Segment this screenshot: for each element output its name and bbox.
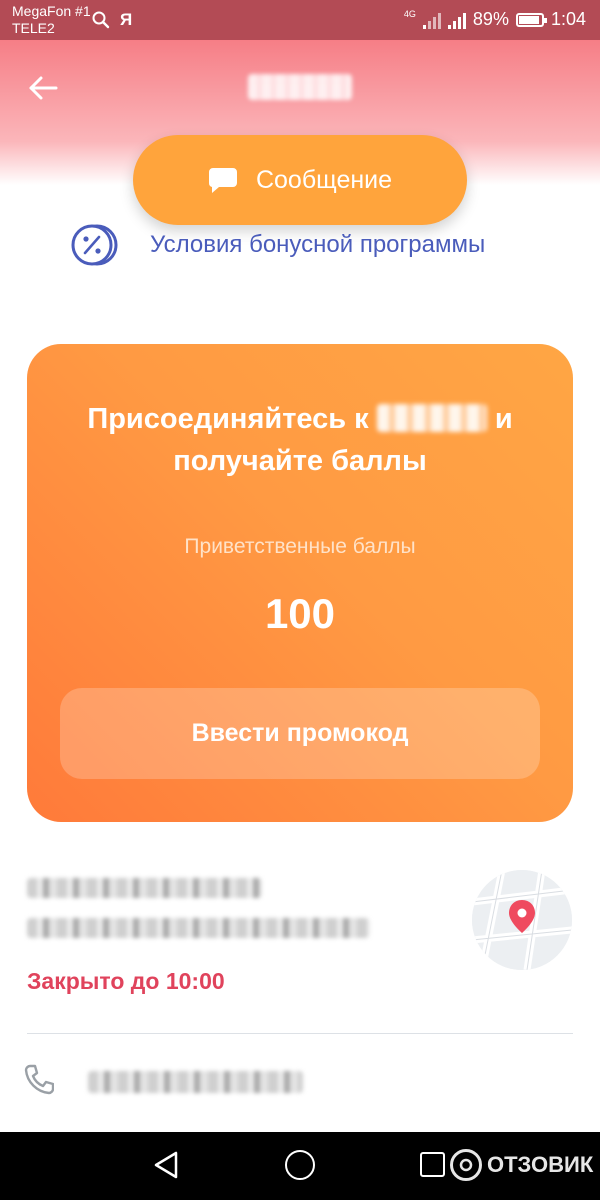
yandex-icon: Я <box>120 10 133 29</box>
welcome-points-value: 100 <box>264 590 336 637</box>
percent-coin-icon <box>71 224 118 266</box>
signal-icon-2 <box>447 11 466 29</box>
promo-title-line2: получайте баллы <box>173 445 427 477</box>
bonus-conditions-link[interactable]: Условия бонусной программы <box>70 222 485 268</box>
navigation-bar: ОТЗОВИК <box>0 1132 600 1200</box>
map-preview <box>472 870 572 970</box>
carrier-name-2: TELE2 <box>12 20 55 36</box>
bonus-conditions-label: Условия бонусной программы <box>150 231 486 258</box>
back-button[interactable] <box>28 70 68 106</box>
promo-title: Присоединяйтесь к и получайте баллы <box>27 398 573 482</box>
address-line-2-redacted <box>27 918 370 938</box>
page-title-redacted <box>248 74 352 100</box>
otzovik-logo-icon <box>450 1149 482 1181</box>
network-type-label: 4G <box>403 9 416 19</box>
promo-title-part2: и <box>494 403 513 435</box>
carrier-name-1: MegaFon #1 <box>12 3 91 19</box>
arrow-left-icon <box>29 76 58 100</box>
brand-name-redacted <box>376 404 487 432</box>
nav-home-icon[interactable] <box>285 1150 315 1180</box>
enter-promo-code-button[interactable]: Ввести промокод <box>60 688 540 779</box>
chat-bubble-icon <box>208 168 237 193</box>
status-bar: MegaFon #1 TELE2 Я 4G 89% 1:04 <box>0 0 600 40</box>
enter-promo-code-label: Ввести промокод <box>191 719 409 747</box>
clock: 1:04 <box>550 9 586 29</box>
signal-icon-1 <box>422 11 441 29</box>
status-right: 4G 89% 1:04 <box>404 9 586 30</box>
battery-icon <box>515 12 547 27</box>
promo-title-part1: Присоединяйтесь к <box>87 403 369 435</box>
message-button-label: Сообщение <box>255 165 393 194</box>
otzovik-watermark: ОТЗОВИК <box>450 1149 593 1181</box>
promo-card: Присоединяйтесь к и получайте баллы Прив… <box>27 344 573 822</box>
opening-status: Закрыто до 10:00 <box>27 968 225 994</box>
phone-icon <box>24 1063 55 1100</box>
watermark-text: ОТЗОВИК <box>487 1152 594 1177</box>
phone-number-redacted[interactable] <box>88 1071 303 1093</box>
search-icon <box>92 11 110 29</box>
notification-icons: Я <box>92 10 132 30</box>
nav-recent-apps-icon[interactable] <box>420 1152 445 1177</box>
carrier-info: MegaFon #1 TELE2 <box>12 3 91 37</box>
nav-back-icon[interactable] <box>152 1150 182 1180</box>
welcome-points-label: Приветственные баллы <box>184 535 416 558</box>
section-divider <box>27 1033 573 1034</box>
battery-percent: 89% <box>472 9 509 29</box>
message-button[interactable]: Сообщение <box>133 135 467 225</box>
address-line-1-redacted <box>27 878 262 898</box>
map-thumbnail[interactable] <box>472 870 572 970</box>
